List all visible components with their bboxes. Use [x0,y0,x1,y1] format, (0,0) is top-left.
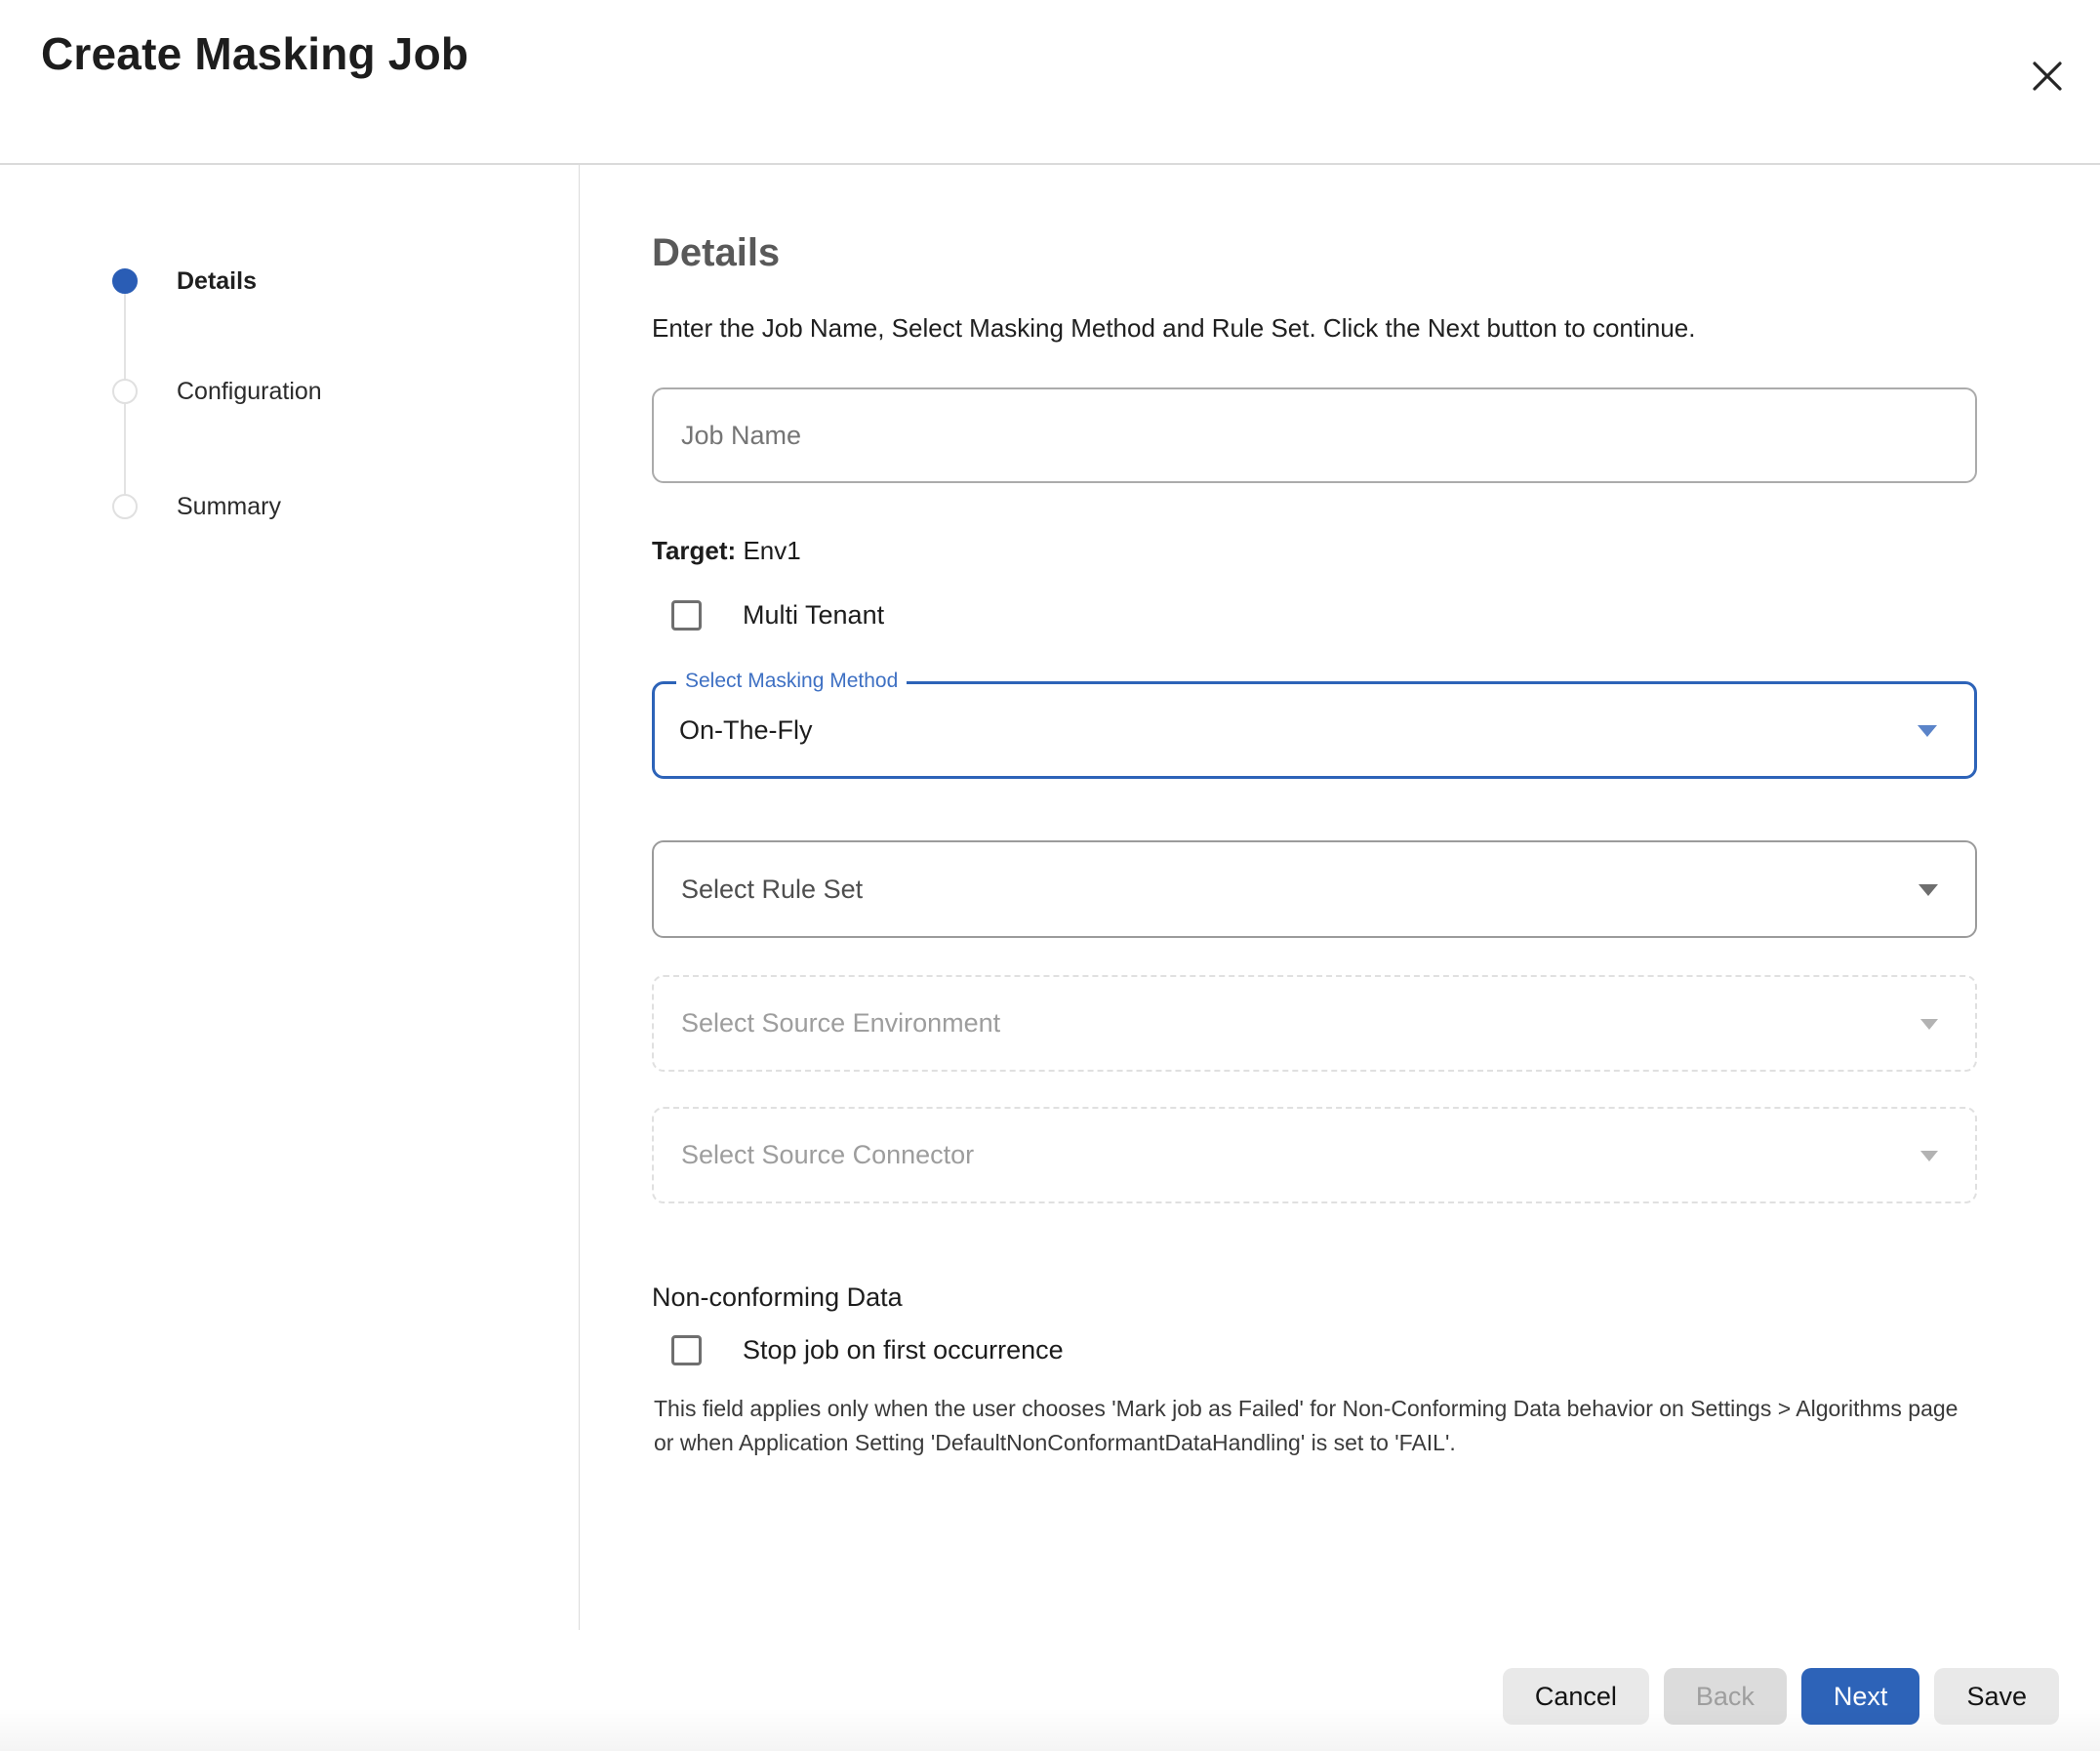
dialog-footer: Cancel Back Next Save [1503,1668,2059,1725]
back-button: Back [1664,1668,1787,1725]
step-label: Summary [177,494,281,519]
source-connector-placeholder: Select Source Connector [654,1140,974,1170]
chevron-down-icon [1918,884,1938,896]
vertical-divider [579,165,580,1630]
masking-method-value: On-The-Fly [655,715,813,746]
chevron-down-icon [1920,1151,1938,1161]
target-label: Target: [652,536,736,565]
masking-method-select[interactable]: Select Masking Method On-The-Fly [652,681,1977,779]
cancel-button[interactable]: Cancel [1503,1668,1649,1725]
step-label: Configuration [177,379,322,404]
step-label: Details [177,268,257,294]
stepper-step-details[interactable]: Details [0,262,579,301]
stop-job-row: Stop job on first occurrence [671,1335,1064,1365]
multi-tenant-checkbox[interactable] [671,600,702,631]
source-environment-select: Select Source Environment [652,975,1977,1072]
next-button[interactable]: Next [1801,1668,1920,1725]
section-heading: Details [652,231,780,275]
wizard-stepper: Details Configuration Summary [0,165,579,1630]
target-row: Target: Env1 [652,536,801,566]
chevron-down-icon [1918,725,1937,737]
helper-line-2: or when Application Setting 'DefaultNonC… [654,1426,1977,1460]
close-icon [2029,58,2066,95]
close-button[interactable] [2020,49,2075,103]
stepper-step-summary[interactable]: Summary [0,487,579,526]
job-name-field [652,387,1977,483]
stepper-step-configuration[interactable]: Configuration [0,372,579,411]
rule-set-placeholder: Select Rule Set [654,875,863,905]
step-dot-icon [112,494,138,519]
source-environment-placeholder: Select Source Environment [654,1008,1000,1038]
create-masking-job-dialog: Create Masking Job Details Configuration… [0,0,2100,1751]
stop-job-checkbox[interactable] [671,1335,702,1365]
save-button[interactable]: Save [1934,1668,2059,1725]
helper-line-1: This field applies only when the user ch… [654,1392,1977,1426]
step-dot-active-icon [112,268,138,294]
stop-job-label: Stop job on first occurrence [743,1335,1064,1365]
rule-set-select[interactable]: Select Rule Set [652,840,1977,938]
stepper-panel: Details Configuration Summary [0,165,579,1630]
non-conforming-data-heading: Non-conforming Data [652,1283,903,1313]
section-description: Enter the Job Name, Select Masking Metho… [652,313,1695,344]
non-conforming-helper-text: This field applies only when the user ch… [654,1392,1977,1460]
masking-method-floating-label: Select Masking Method [676,669,907,694]
job-name-input[interactable] [654,389,1975,481]
step-dot-icon [112,379,138,404]
source-connector-select: Select Source Connector [652,1107,1977,1203]
target-value: Env1 [743,536,800,565]
chevron-down-icon [1920,1019,1938,1030]
multi-tenant-row: Multi Tenant [671,600,884,631]
dialog-title: Create Masking Job [41,27,468,80]
multi-tenant-label: Multi Tenant [743,600,884,631]
